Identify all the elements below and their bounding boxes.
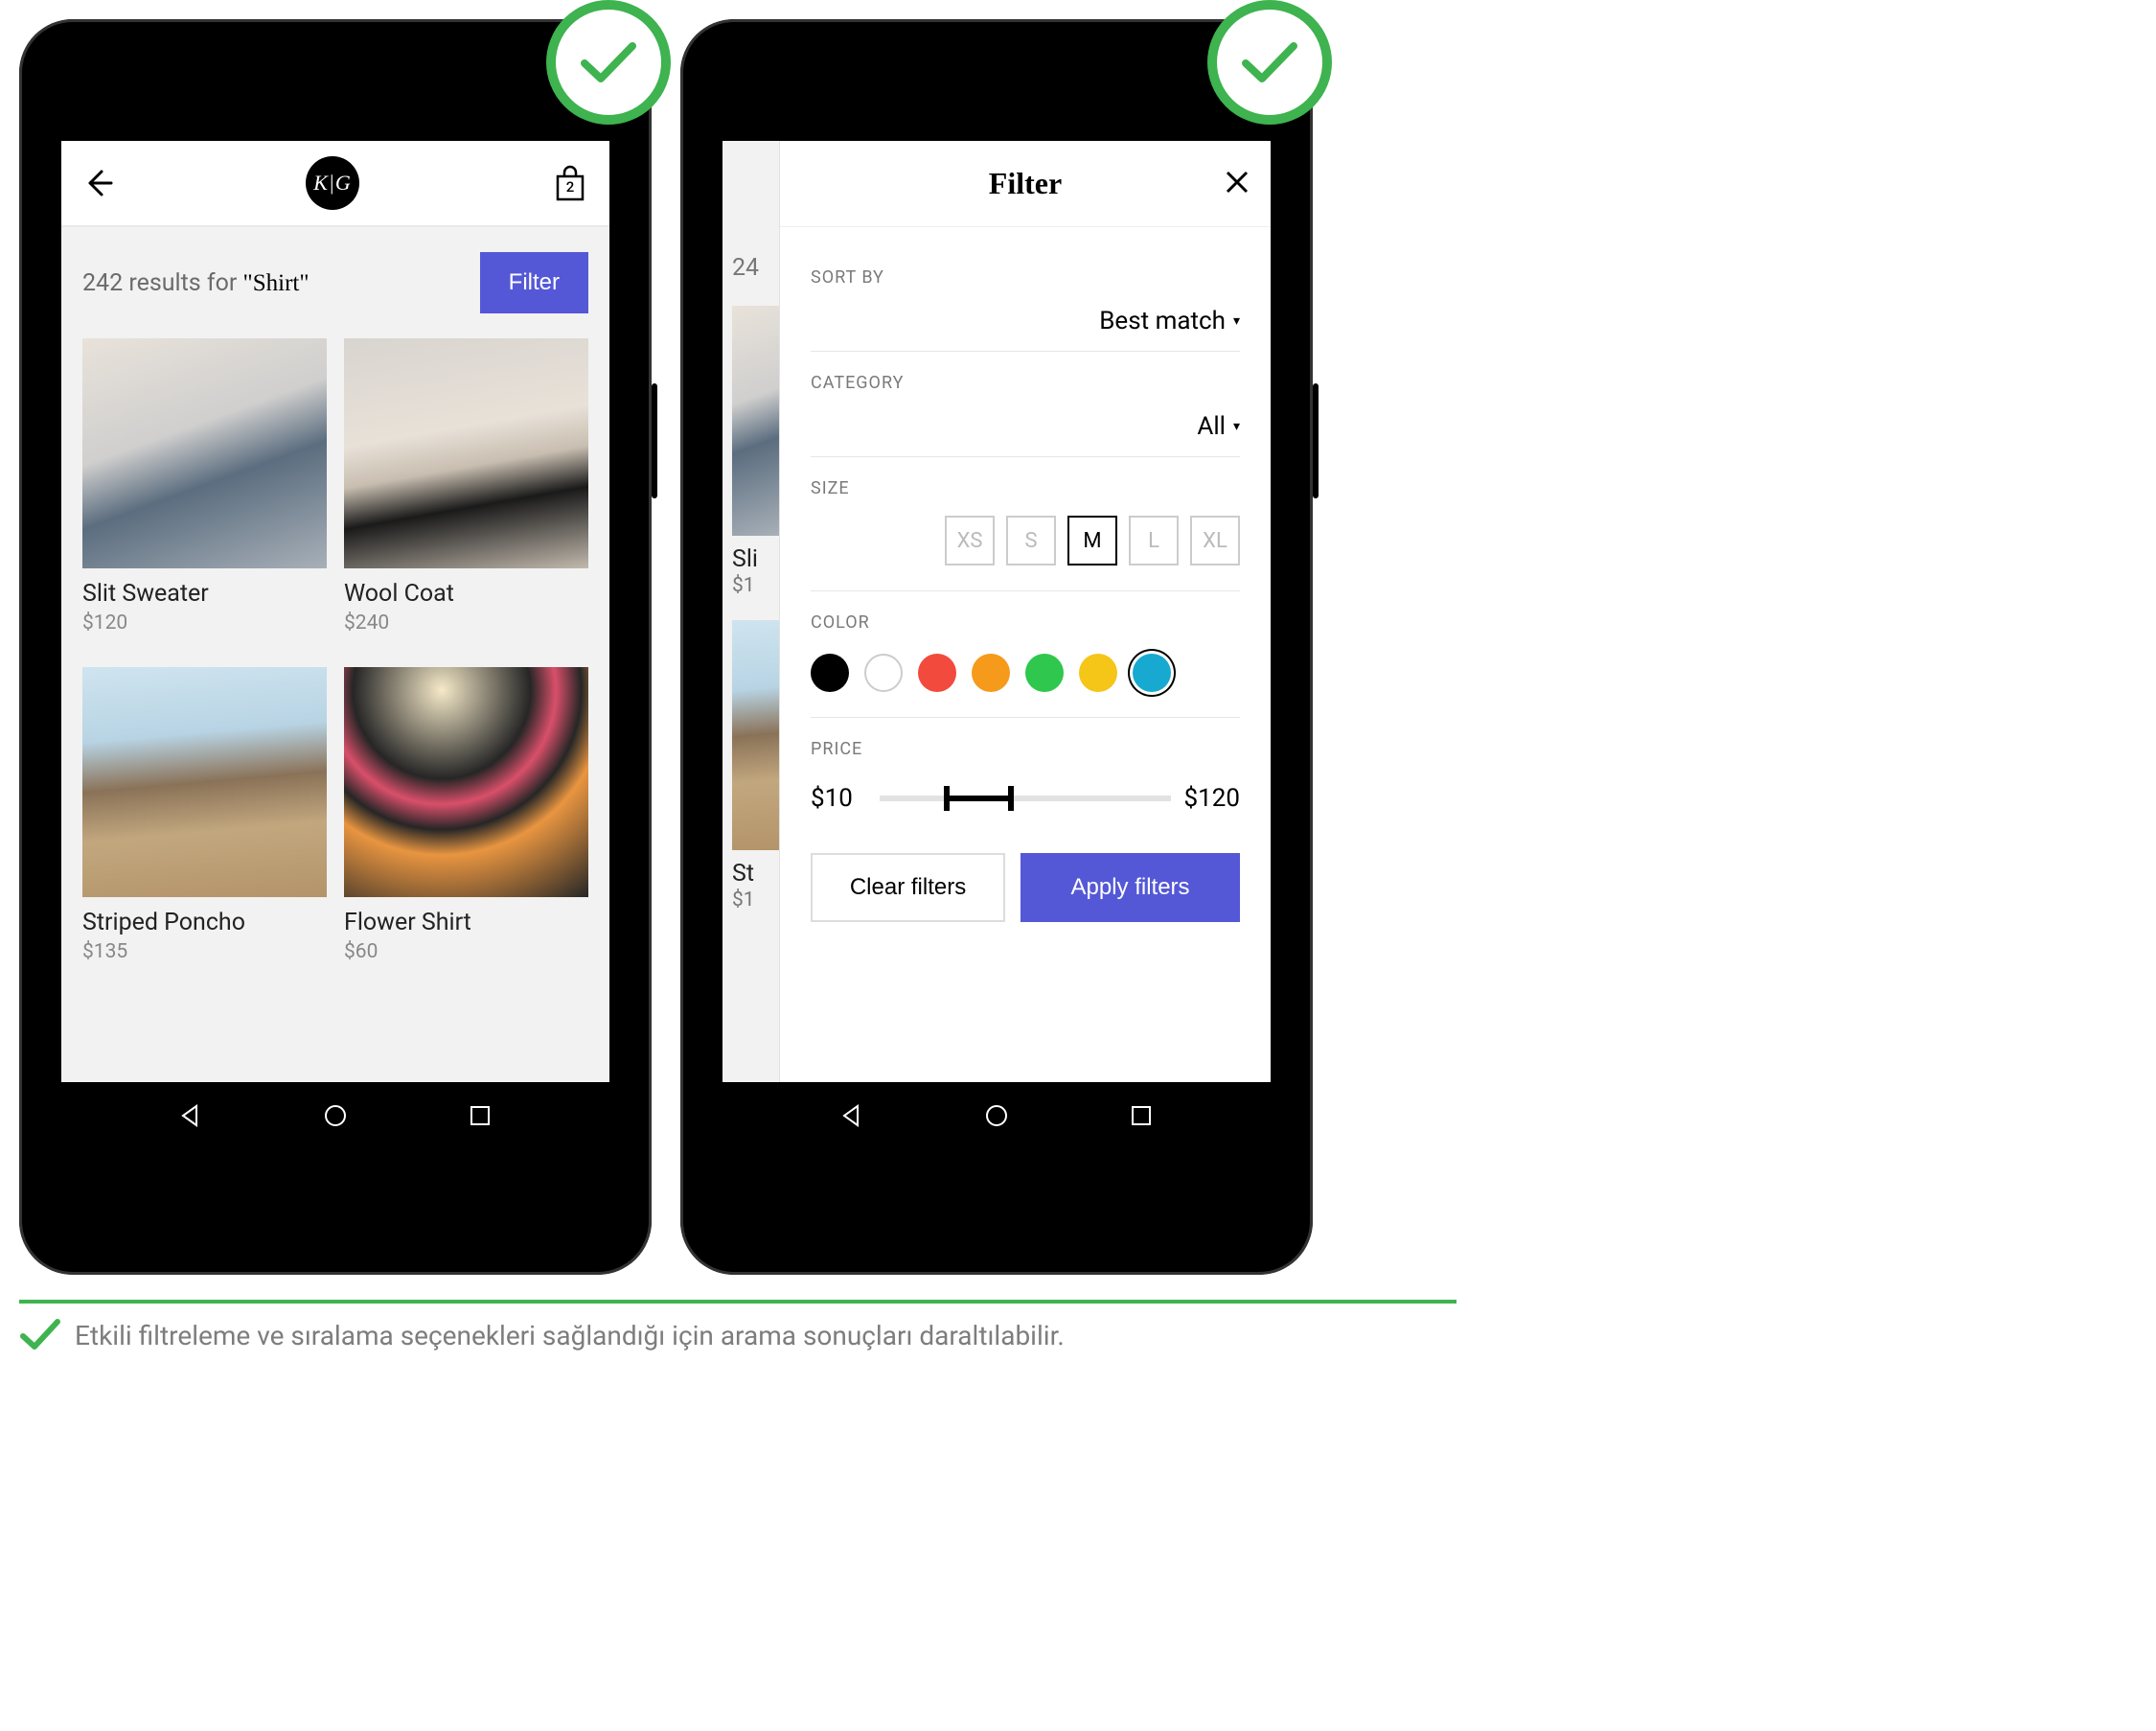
- caption-row: Etkili filtreleme ve sıralama seçenekler…: [19, 1317, 1456, 1355]
- color-swatch[interactable]: [972, 654, 1010, 692]
- product-name: Slit Sweater: [82, 580, 327, 608]
- slider-fill: [944, 796, 1008, 801]
- product-image: [82, 338, 327, 568]
- peek-product-image: [732, 306, 780, 536]
- background-peek: 24 Sli $1 St $1: [722, 141, 780, 1082]
- category-value: All: [1197, 412, 1226, 441]
- chevron-down-icon: ▾: [1233, 419, 1240, 434]
- color-swatch[interactable]: [1079, 654, 1117, 692]
- nav-back-icon[interactable]: [838, 1102, 865, 1133]
- product-price: $60: [344, 940, 588, 963]
- filter-header: Filter: [780, 141, 1271, 227]
- color-options: [811, 640, 1240, 718]
- product-scroll[interactable]: Slit Sweater $120 Wool Coat $240 Striped…: [61, 338, 609, 1082]
- nav-home-icon[interactable]: [322, 1102, 349, 1133]
- size-options: XSSMLXL: [811, 506, 1240, 591]
- category-label: CATEGORY: [811, 373, 1240, 393]
- price-min: $10: [811, 784, 866, 813]
- phone-mockup-filter: 24 Sli $1 St $1 Filter: [680, 19, 1313, 1275]
- app-bar: K|G 2: [61, 141, 609, 227]
- side-button: [1313, 383, 1319, 498]
- peek-product-name: St: [732, 860, 754, 888]
- peek-product-price: $1: [732, 574, 755, 597]
- caption-text: Etkili filtreleme ve sıralama seçenekler…: [75, 1317, 1065, 1354]
- slider-handle-min[interactable]: [944, 786, 950, 811]
- filter-title: Filter: [989, 166, 1062, 201]
- product-image: [344, 338, 588, 568]
- results-for-label: results for: [128, 269, 237, 297]
- sort-by-label: SORT BY: [811, 267, 1240, 288]
- color-swatch[interactable]: [918, 654, 956, 692]
- results-bar: 242 results for "Shirt" Filter: [61, 227, 609, 338]
- product-name: Flower Shirt: [344, 909, 588, 936]
- price-max: $120: [1184, 784, 1240, 813]
- color-swatch[interactable]: [811, 654, 849, 692]
- shopping-bag-icon[interactable]: 2: [552, 165, 588, 201]
- product-price: $240: [344, 612, 588, 635]
- peek-product-image: [732, 620, 780, 850]
- divider-rule: [19, 1300, 1456, 1304]
- category-select[interactable]: All ▾: [811, 401, 1240, 457]
- product-name: Striped Poncho: [82, 909, 327, 936]
- filter-button[interactable]: Filter: [480, 252, 588, 313]
- android-navbar: [61, 1082, 609, 1153]
- nav-recent-icon[interactable]: [1128, 1102, 1155, 1133]
- slider-handle-max[interactable]: [1008, 786, 1014, 811]
- chevron-down-icon: ▾: [1233, 313, 1240, 329]
- product-image: [82, 667, 327, 897]
- side-button: [652, 383, 657, 498]
- nav-home-icon[interactable]: [983, 1102, 1010, 1133]
- size-label: SIZE: [811, 478, 1240, 498]
- color-label: COLOR: [811, 612, 1240, 633]
- peek-product-price: $1: [732, 889, 755, 912]
- size-option-xl[interactable]: XL: [1190, 516, 1240, 565]
- brand-logo[interactable]: K|G: [306, 156, 359, 210]
- close-icon[interactable]: [1225, 170, 1250, 198]
- search-query: "Shirt": [243, 270, 310, 296]
- approval-badge: [1207, 0, 1332, 125]
- nav-back-icon[interactable]: [177, 1102, 204, 1133]
- color-swatch[interactable]: [1025, 654, 1064, 692]
- results-count: 242: [82, 269, 123, 297]
- product-card[interactable]: Striped Poncho $135: [82, 667, 327, 979]
- size-option-l[interactable]: L: [1129, 516, 1179, 565]
- product-card[interactable]: Slit Sweater $120: [82, 338, 327, 650]
- filter-drawer: Filter SORT BY Best match ▾: [780, 141, 1271, 1082]
- results-text: 242 results for "Shirt": [82, 269, 310, 297]
- check-icon: [19, 1317, 61, 1355]
- back-arrow-icon[interactable]: [82, 168, 113, 198]
- product-image: [344, 667, 588, 897]
- bag-count: 2: [566, 178, 575, 196]
- product-card[interactable]: Wool Coat $240: [344, 338, 588, 650]
- clear-filters-button[interactable]: Clear filters: [811, 853, 1005, 922]
- android-navbar: [722, 1082, 1271, 1153]
- approval-badge: [546, 0, 671, 125]
- peek-product-name: Sli: [732, 545, 758, 573]
- product-price: $120: [82, 612, 327, 635]
- phone-mockup-results: K|G 2 242 results for "Shirt" Filter: [19, 19, 652, 1275]
- product-card[interactable]: Flower Shirt $60: [344, 667, 588, 979]
- apply-filters-button[interactable]: Apply filters: [1021, 853, 1240, 922]
- color-swatch[interactable]: [1133, 654, 1171, 692]
- peek-results-count: 24: [732, 254, 759, 282]
- price-label: PRICE: [811, 739, 1240, 759]
- color-swatch[interactable]: [864, 654, 903, 692]
- size-option-s[interactable]: S: [1006, 516, 1056, 565]
- price-range: $10 $120: [811, 767, 1240, 840]
- sort-by-value: Best match: [1099, 307, 1226, 335]
- product-name: Wool Coat: [344, 580, 588, 608]
- product-price: $135: [82, 940, 327, 963]
- price-slider[interactable]: [880, 796, 1171, 801]
- size-option-m[interactable]: M: [1067, 516, 1117, 565]
- nav-recent-icon[interactable]: [467, 1102, 493, 1133]
- size-option-xs[interactable]: XS: [945, 516, 995, 565]
- sort-by-select[interactable]: Best match ▾: [811, 295, 1240, 352]
